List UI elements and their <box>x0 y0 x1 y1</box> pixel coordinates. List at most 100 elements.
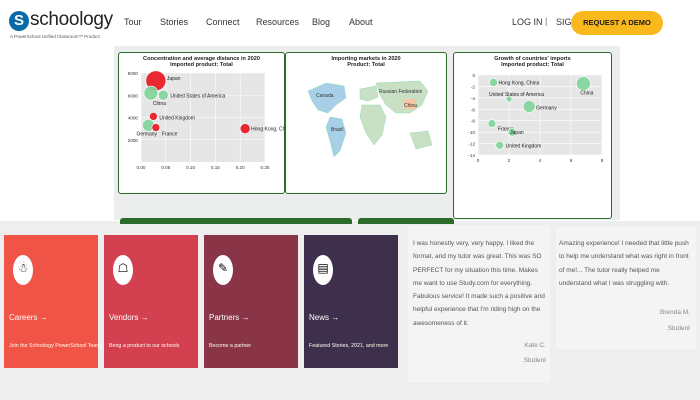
testimonial-2-text: Amazing experience! I needed that little… <box>559 240 689 287</box>
data-point <box>149 112 158 121</box>
y-tick-label: -4 <box>471 96 476 101</box>
x-tick-label: 4 <box>539 158 542 163</box>
data-point-label: France <box>162 132 178 138</box>
handshake-icon: ✎ <box>217 261 229 275</box>
trade-dashboard: Concentration and average distance in 20… <box>114 46 620 224</box>
concentration-chart-panel: Concentration and average distance in 20… <box>118 52 285 194</box>
data-point-label: Hong Kong, China <box>251 127 284 133</box>
x-tick-label: 0.15 <box>211 165 220 170</box>
data-point-label: Hong Kong, China <box>499 80 540 86</box>
x-tick-label: 0.10 <box>186 165 195 170</box>
data-point-label: United Kingdom <box>506 143 542 149</box>
news-title[interactable]: News → <box>309 313 339 322</box>
news-tile[interactable]: ▤ News → Featured Stories, 2021, and mor… <box>304 235 398 368</box>
map-label-brazil: Brazil <box>331 127 344 133</box>
data-point <box>239 123 251 134</box>
login-link[interactable]: LOG IN <box>512 17 543 27</box>
data-point-label: Germany <box>136 131 157 137</box>
people-icon: ☃ <box>17 261 29 275</box>
testimonial-card-2: Amazing experience! I needed that little… <box>556 227 696 349</box>
europe-shape <box>359 85 379 102</box>
x-tick-label: 0.20 <box>236 165 245 170</box>
partners-title[interactable]: Partners → <box>209 313 249 322</box>
data-point <box>158 89 169 101</box>
y-tick-label: 0 <box>472 73 475 78</box>
brand-tagline: A PowerSchool Unified Classroom™ Product <box>10 34 100 39</box>
y-tick-label: -14 <box>468 153 475 158</box>
partners-tile[interactable]: ✎ Partners → Become a partner <box>204 235 298 368</box>
data-point <box>143 85 159 101</box>
top-navbar: S schoology A PowerSchool Unified Classr… <box>0 0 700 46</box>
data-point <box>487 119 497 128</box>
y-tick-label: 6000 <box>128 93 139 98</box>
australia-shape <box>409 130 433 150</box>
south-america-shape <box>325 116 347 158</box>
y-tick-label: -2 <box>471 84 476 89</box>
asia-shape <box>375 80 429 114</box>
map-label-china: China <box>404 103 417 109</box>
testimonial-1-name: Kate C. <box>524 342 546 349</box>
x-tick-label: 2 <box>508 158 511 163</box>
testimonial-2-role: Student <box>667 325 690 332</box>
request-demo-button[interactable]: REQUEST A DEMO <box>571 11 663 35</box>
vendors-description: Bring a product to our schools <box>109 343 180 349</box>
careers-title[interactable]: Careers → <box>9 313 48 322</box>
x-tick-label: 0.05 <box>161 165 170 170</box>
africa-shape <box>359 104 387 146</box>
concentration-chart-svg: 0.00 0.05 0.10 0.15 0.20 0.25 8000 6000 4000 2000… <box>128 70 284 170</box>
nav-blog-link[interactable]: Blog <box>312 17 330 27</box>
x-tick-label: 0.25 <box>261 165 270 170</box>
nav-resources-link[interactable]: Resources <box>256 17 299 27</box>
testimonial-card-1: I was honestly very, very happy. I liked… <box>408 225 550 383</box>
data-point <box>489 78 498 87</box>
growth-chart-panel: Growth of countries' imports Imported pr… <box>453 52 612 219</box>
y-tick-label: -12 <box>468 142 475 147</box>
y-tick-label: 8000 <box>128 71 139 76</box>
brand-name[interactable]: schoology <box>30 9 113 31</box>
news-description: Featured Stories, 2021, and more <box>309 343 389 349</box>
data-point-label: Japan <box>510 130 524 136</box>
growth-chart-svg: 0 2 4 6 8 0 -2 -4 -6 -8 -10 -12 -14 Hong Kong, China… <box>468 73 604 163</box>
testimonial-1-text: I was honestly very, very happy. I liked… <box>413 240 545 327</box>
nav-connect-link[interactable]: Connect <box>206 17 240 27</box>
importing-markets-map-panel: Importing markets in 2020 Product: Total… <box>285 52 447 194</box>
y-tick-label: -10 <box>468 130 475 135</box>
testimonial-1-role: Student <box>523 357 546 364</box>
data-point <box>495 140 505 150</box>
x-tick-label: 0 <box>477 158 480 163</box>
schoology-logo-icon[interactable]: S <box>9 11 29 31</box>
panel-strip-right <box>358 218 454 224</box>
y-tick-label: 2000 <box>128 138 139 143</box>
data-point-label: United States of America <box>170 93 225 99</box>
vendors-title[interactable]: Vendors → <box>109 313 149 322</box>
nav-about-link[interactable]: About <box>349 17 373 27</box>
world-map-svg: Canada Russian Federation China Brazil <box>307 80 433 158</box>
data-point <box>576 76 591 91</box>
data-point-label: China <box>153 101 166 107</box>
careers-description: Join the Schoology PowerSchool Team <box>9 343 101 349</box>
x-tick-label: 0.00 <box>137 165 146 170</box>
data-point-label: United States of America <box>489 92 544 98</box>
data-point <box>151 123 161 132</box>
y-tick-label: -8 <box>471 119 476 124</box>
partners-description: Become a partner <box>209 343 252 349</box>
x-tick-label: 8 <box>601 158 604 163</box>
store-icon: ☖ <box>117 261 129 275</box>
testimonial-2-name: Brenda M. <box>660 309 690 316</box>
nav-stories-link[interactable]: Stories <box>160 17 188 27</box>
map-label-russia: Russian Federation <box>379 89 423 95</box>
y-tick-label: 4000 <box>128 116 139 121</box>
newspaper-icon: ▤ <box>317 261 329 275</box>
data-point-label: Japan <box>167 76 181 82</box>
map-label-canada: Canada <box>316 93 334 99</box>
data-point-label: Germany <box>536 105 557 111</box>
vendors-tile[interactable]: ☖ Vendors → Bring a product to our schoo… <box>104 235 198 368</box>
x-tick-label: 6 <box>570 158 573 163</box>
nav-separator: | <box>545 16 548 26</box>
panel-strip-left <box>120 218 352 224</box>
data-point-label: United Kingdom <box>159 115 195 121</box>
data-point <box>522 100 536 113</box>
careers-tile[interactable]: ☃ Careers → Join the Schoology PowerScho… <box>4 235 101 368</box>
data-point-label: China <box>580 91 593 97</box>
nav-tour-link[interactable]: Tour <box>124 17 142 27</box>
